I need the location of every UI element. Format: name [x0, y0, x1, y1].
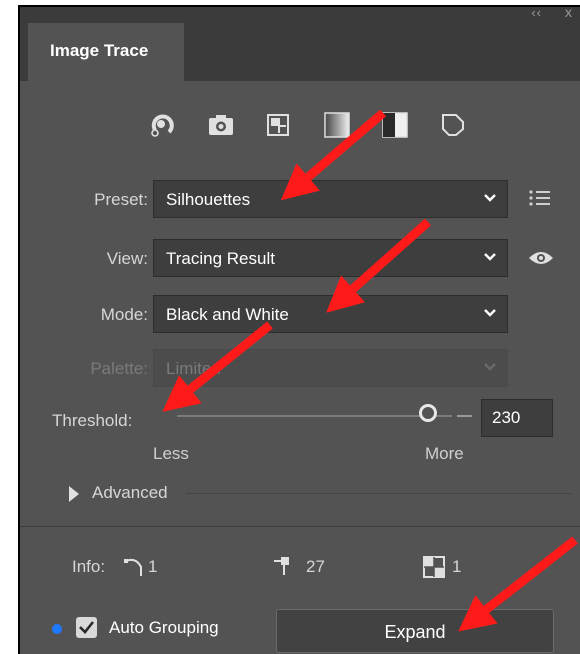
anchors-count: 27: [306, 557, 325, 576]
preset-value: Silhouettes: [166, 190, 251, 209]
preset-list-icon[interactable]: [528, 188, 552, 213]
auto-color-icon[interactable]: [145, 107, 179, 143]
chevron-down-icon: [484, 363, 496, 371]
threshold-slider-track-end: [457, 415, 472, 417]
threshold-max-label: More: [425, 444, 464, 463]
preset-icons-row: [20, 107, 580, 143]
close-icon[interactable]: x: [565, 7, 572, 20]
anchors-icon: [272, 555, 296, 582]
view-value: Tracing Result: [166, 249, 275, 268]
threshold-slider-thumb[interactable]: [419, 404, 437, 422]
low-color-icon[interactable]: [261, 107, 295, 143]
view-dropdown[interactable]: Tracing Result: [153, 239, 508, 277]
checkmark-icon: [79, 621, 95, 634]
tab-label: Image Trace: [50, 41, 149, 60]
paths-icon: [124, 555, 144, 582]
grayscale-icon[interactable]: [320, 107, 354, 143]
palette-label: Palette:: [90, 359, 148, 378]
palette-dropdown: Limited: [153, 349, 508, 387]
panel-top-strip: ‹‹ x: [20, 7, 580, 23]
black-and-white-icon[interactable]: [378, 107, 412, 143]
threshold-min-label: Less: [153, 444, 189, 463]
high-color-icon[interactable]: [204, 107, 238, 143]
image-trace-panel: ‹‹ x Image Trace Preset: Silhouettes Vie…: [18, 5, 580, 654]
status-dot: [52, 624, 62, 634]
threshold-label: Threshold:: [52, 411, 133, 430]
mode-dropdown[interactable]: Black and White: [153, 295, 508, 333]
mode-value: Black and White: [166, 305, 289, 324]
advanced-label[interactable]: Advanced: [92, 483, 168, 503]
auto-grouping-label: Auto Grouping: [109, 618, 219, 637]
outline-icon[interactable]: [436, 107, 470, 143]
chevron-down-icon: [484, 194, 496, 202]
eye-icon[interactable]: [528, 250, 554, 271]
preset-label: Preset:: [94, 190, 148, 209]
chevron-down-icon: [484, 309, 496, 317]
palette-value: Limited: [166, 359, 221, 378]
mode-label: Mode:: [100, 305, 148, 324]
paths-count: 1: [148, 557, 158, 576]
chevron-down-icon: [484, 253, 496, 261]
advanced-toggle-icon[interactable]: [68, 485, 80, 508]
view-label: View:: [106, 249, 148, 268]
collapse-icon[interactable]: ‹‹: [531, 7, 542, 20]
threshold-value-field[interactable]: 230: [481, 399, 553, 437]
tab-bar: Image Trace: [20, 23, 580, 81]
colors-count: 1: [452, 557, 462, 576]
auto-grouping-checkbox[interactable]: [76, 617, 97, 638]
advanced-divider: [186, 493, 572, 494]
preset-dropdown[interactable]: Silhouettes: [153, 180, 508, 218]
tab-image-trace[interactable]: Image Trace: [28, 23, 184, 81]
section-divider: [20, 526, 580, 527]
colors-icon: [423, 556, 445, 583]
threshold-slider-track[interactable]: [177, 415, 452, 417]
info-label: Info:: [72, 557, 106, 576]
expand-button[interactable]: Expand: [276, 609, 554, 653]
